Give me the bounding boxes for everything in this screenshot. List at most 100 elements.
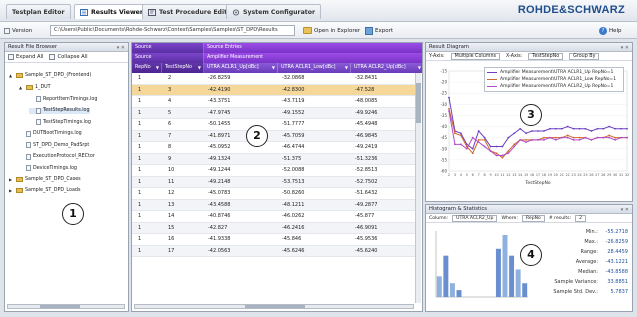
folder-icon	[16, 176, 23, 182]
version-button[interactable]: Version	[4, 25, 32, 36]
tree-item[interactable]: ExecutionProtocol_RECtor	[19, 153, 95, 160]
expand-all-button[interactable]: Expand All	[8, 54, 43, 60]
data-point	[459, 134, 462, 137]
table-row[interactable]: 1 11 -49.2148 -53.7513 -52.7502	[132, 176, 416, 188]
y-axis-dropdown[interactable]: Multiple Columns	[450, 52, 501, 60]
table-row[interactable]: 1 15 -42.827 -46.2416 -46.9091	[132, 222, 416, 234]
group-by-dropdown[interactable]: Group By	[569, 52, 600, 60]
data-point	[495, 152, 498, 155]
data-point	[614, 136, 617, 139]
y-tick-label: -45	[440, 135, 447, 140]
column-dropdown[interactable]: UTRA ACLR2_Up	[452, 214, 498, 222]
tab-results-viewer[interactable]: Results Viewer	[74, 4, 149, 19]
filter-icon[interactable]: ▼	[156, 63, 159, 73]
scroll-thumb[interactable]	[416, 83, 421, 123]
expand-arrow-icon[interactable]: ▶	[9, 188, 14, 193]
expand-arrow-icon[interactable]: ▶	[9, 177, 14, 182]
x-tick-label: 29	[607, 173, 611, 177]
filter-icon[interactable]: ▼	[345, 63, 348, 73]
table-cell: 8	[168, 144, 172, 150]
tree-item[interactable]: ReportItemTimings.log	[29, 96, 97, 102]
result-count-field[interactable]: 2	[575, 214, 587, 222]
data-point	[519, 127, 522, 130]
legend-entry[interactable]: Amplifier Measurement\UTRA ACLR1_Low Rep…	[487, 76, 621, 83]
table-row[interactable]: 1 4 -43.3751 -43.7119 -48.0085	[132, 96, 416, 108]
group-header-source-entries: Source Entries	[204, 43, 422, 53]
table-row[interactable]: 1 16 -41.9338 -45.846 -45.9536	[132, 234, 416, 246]
tree-item[interactable]: TestStepResults.log	[29, 107, 90, 114]
tree-horizontal-scrollbar[interactable]	[7, 304, 125, 309]
data-point	[454, 143, 456, 146]
statistic-label: Average:	[575, 259, 598, 265]
table-cell: 1	[138, 98, 142, 104]
table-row[interactable]: 1 6 -50.1455 -51.7777 -45.4948	[132, 119, 416, 131]
tab-system-configurator[interactable]: System Configurator	[226, 4, 322, 19]
expand-arrow-icon[interactable]: ▲	[19, 85, 24, 90]
table-row[interactable]: 1 5 -47.9745 -49.1552 -49.9246	[132, 107, 416, 119]
y-tick-label: -55	[440, 157, 447, 162]
filter-icon[interactable]: ▼	[418, 63, 421, 73]
statistic-label: Sample Variance:	[554, 279, 598, 285]
tree-item[interactable]: TestStepTimings.log	[29, 119, 91, 125]
x-axis-dropdown[interactable]: TestStepNo	[528, 52, 564, 60]
table-cell: -52.8513	[355, 167, 378, 173]
x-tick-label: 18	[542, 173, 546, 177]
table-row[interactable]: 1 9 -49.1324 -51.375 -51.3236	[132, 153, 416, 165]
table-cell: -50.1455	[208, 121, 231, 127]
expand-arrow-icon[interactable]: ▲	[9, 73, 14, 78]
table-row[interactable]: 1 17 -42.0563 -45.6246 -45.6240	[132, 245, 416, 257]
data-point	[566, 125, 569, 128]
table-vertical-scrollbar[interactable]	[415, 73, 421, 303]
tree-item[interactable]: DUTBootTimings.log	[19, 130, 82, 137]
pin-icon[interactable]: ▾ ✕	[621, 44, 629, 52]
open-in-explorer-button[interactable]: Open in Explorer	[300, 25, 363, 36]
table-horizontal-scrollbar[interactable]	[134, 304, 414, 309]
tree-item[interactable]: ▶ Sample_ST_DPD_Loads	[9, 188, 80, 193]
tree-item[interactable]: ST_DPD_Demo_PadSrpt	[19, 142, 89, 148]
where-dropdown[interactable]: RepNo	[521, 214, 545, 222]
tab-testplan-editor[interactable]: Testplan Editor	[6, 4, 71, 19]
column-header[interactable]: RepNo ▼	[132, 63, 162, 73]
export-icon	[365, 26, 373, 35]
table-row[interactable]: 1 12 -45.0783 -50.8260 -51.6432	[132, 188, 416, 200]
help-icon: ?	[599, 26, 607, 35]
version-icon	[4, 27, 10, 34]
tree-item[interactable]: ▲ 1_DUT	[19, 84, 51, 90]
pin-icon[interactable]: ▾ ✕	[117, 44, 125, 52]
results-path-field[interactable]: C:\Users\Public\Documents\Rohde-Schwarz\…	[50, 25, 295, 36]
legend-entry[interactable]: Amplifier Measurement\UTRA ACLR2_Up RepN…	[487, 83, 621, 90]
table-row[interactable]: 1 3 -42.4190 -42.8300 -47.528	[132, 84, 416, 96]
filter-icon[interactable]: ▼	[198, 63, 201, 73]
column-header[interactable]: UTRA ACLR2_Up[dBc] ▼	[351, 63, 422, 73]
table-row[interactable]: 1 8 -45.0952 -46.4744 -49.2419	[132, 142, 416, 154]
table-cell: -43.7119	[282, 98, 305, 104]
table-row[interactable]: 1 13 -43.4588 -48.1211 -49.2877	[132, 199, 416, 211]
table-row[interactable]: 1 7 -41.8971 -45.7059 -46.9845	[132, 130, 416, 142]
help-button[interactable]: ? Help	[596, 25, 625, 36]
column-header-label: UTRA ACLR1_Up[dBc]	[207, 65, 259, 70]
table-row[interactable]: 1 14 -40.8746 -46.0262 -45.877	[132, 211, 416, 223]
filter-icon[interactable]: ▼	[272, 63, 275, 73]
export-button[interactable]: Export	[362, 25, 396, 36]
table-cell: -49.1552	[282, 109, 305, 116]
column-header[interactable]: TestStepNo ▼	[162, 63, 204, 73]
collapse-all-button[interactable]: Collapse All	[49, 54, 88, 60]
x-tick-label: 31	[619, 173, 623, 177]
table-cell: 1	[138, 167, 142, 173]
scroll-thumb[interactable]	[40, 305, 80, 308]
table-row[interactable]: 1 2 -26.8259 -32.0868 -32.8431	[132, 73, 416, 85]
pin-icon[interactable]: ▾ ✕	[621, 206, 629, 214]
x-axis-title: TestStepNo	[524, 180, 550, 186]
data-point	[448, 107, 450, 110]
file-icon	[36, 107, 41, 114]
column-header[interactable]: UTRA ACLR1_Low[dBc] ▼	[278, 63, 351, 73]
table-row[interactable]: 1 10 -49.1244 -52.0088 -52.8513	[132, 165, 416, 177]
table-cell: -43.4588	[208, 201, 231, 208]
legend-label: Amplifier Measurement\UTRA ACLR2_Up RepN…	[500, 84, 614, 89]
tree-item[interactable]: ▲ Sample_ST_DPD_(Frontend)	[9, 73, 91, 78]
column-header[interactable]: UTRA ACLR1_Up[dBc] ▼	[204, 63, 278, 73]
legend-entry[interactable]: Amplifier Measurement\UTRA ACLR1_Up RepN…	[487, 69, 621, 76]
scroll-thumb[interactable]	[245, 305, 305, 308]
tree-item[interactable]: DeviceTimings.log	[19, 165, 77, 171]
tree-item[interactable]: ▶ Sample_ST_DPD_Cases	[9, 176, 81, 182]
